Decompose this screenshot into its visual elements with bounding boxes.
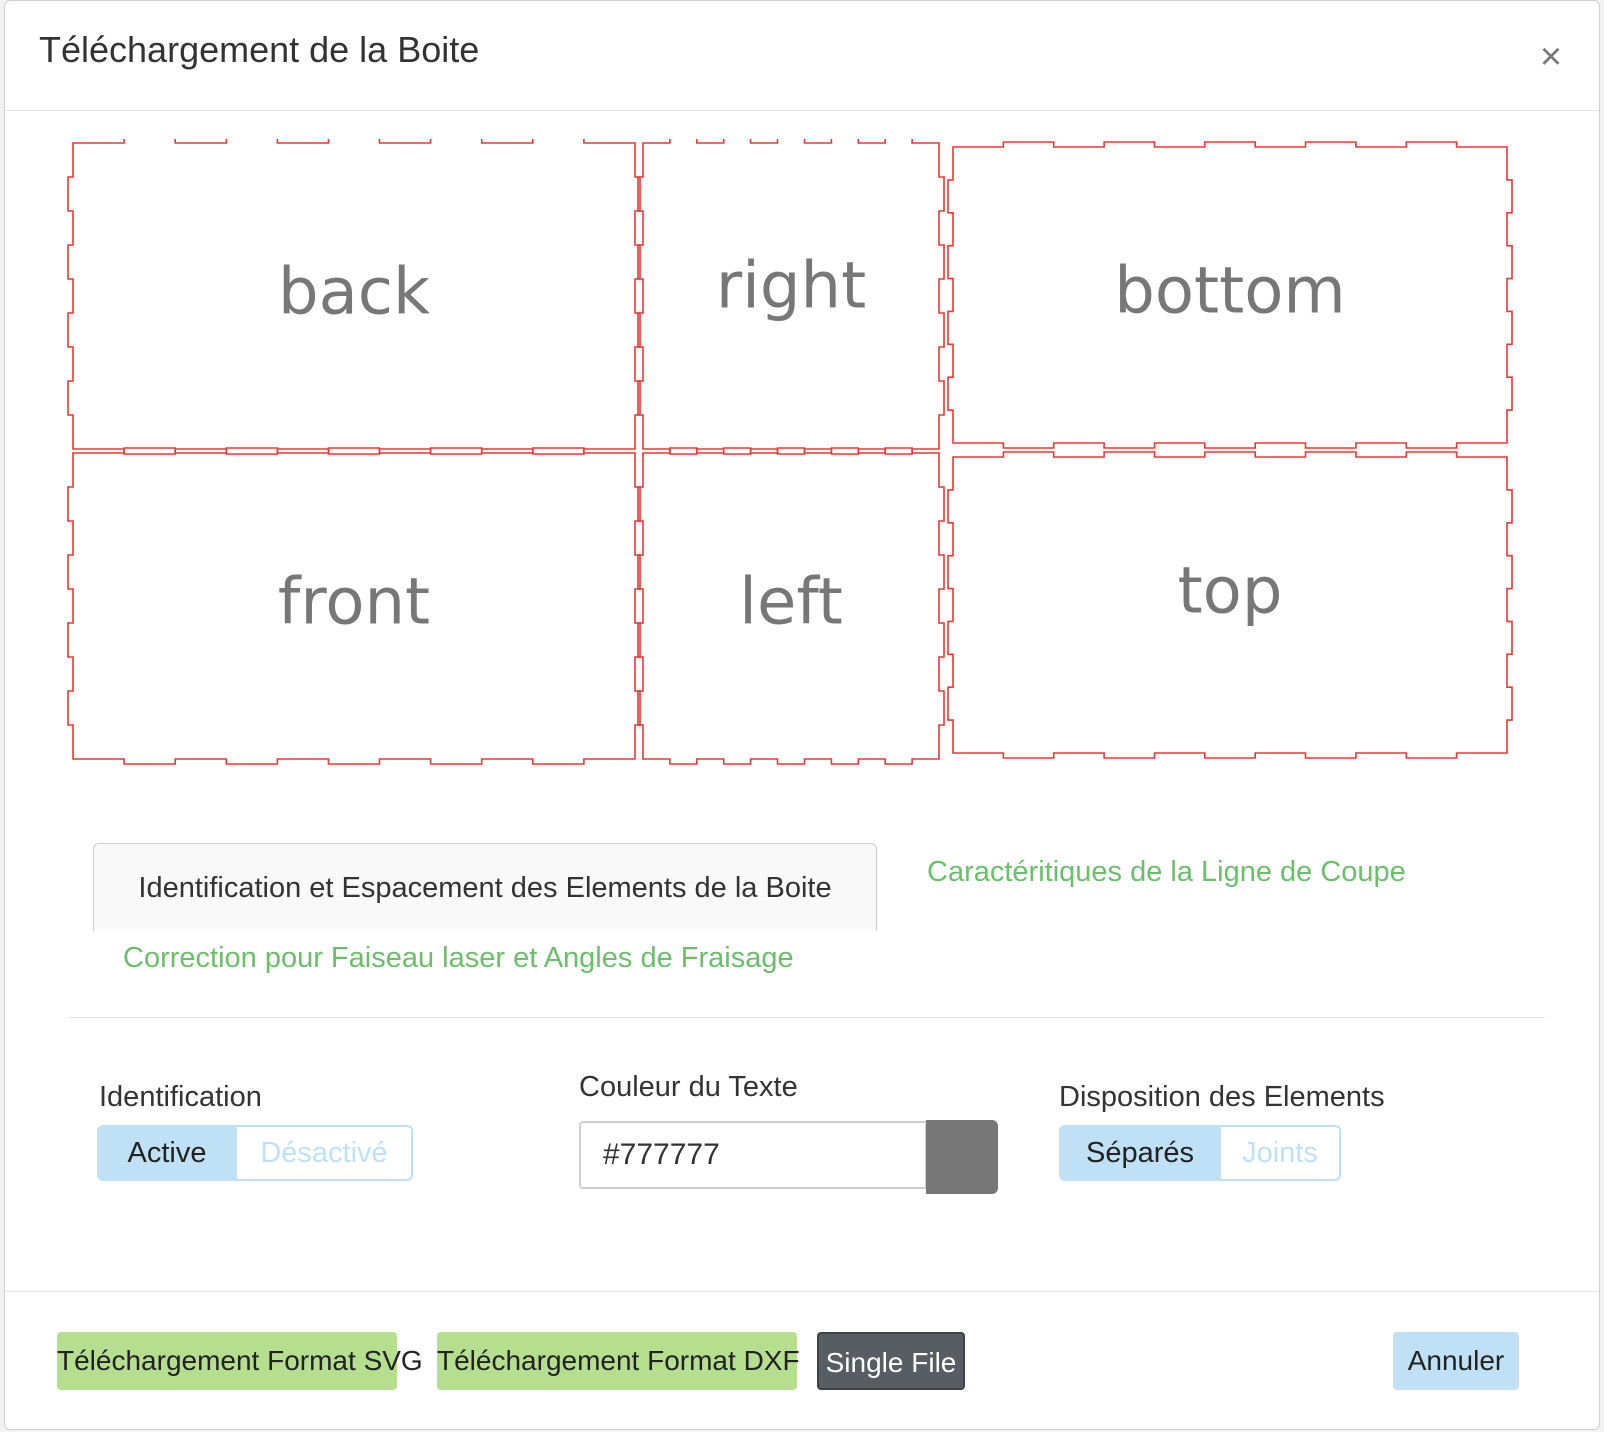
layout-toggle: Séparés Joints [1059, 1125, 1341, 1181]
panel-label-right: right [716, 250, 866, 324]
box-preview-svg: back right bottom front left top [67, 137, 1513, 765]
tab-laser-correction[interactable]: Correction pour Faiseau laser et Angles … [123, 933, 794, 983]
identification-toggle: Active Désactivé [97, 1125, 413, 1181]
dialog-title: Téléchargement de la Boite [39, 29, 480, 70]
layout-joined-button[interactable]: Joints [1219, 1127, 1339, 1179]
identification-disabled-button[interactable]: Désactivé [235, 1127, 411, 1179]
download-dxf-button[interactable]: Téléchargement Format DXF [437, 1332, 800, 1390]
settings-tabs: Identification et Espacement des Element… [69, 841, 1545, 1018]
panel-label-front: front [278, 566, 430, 640]
text-color-label: Couleur du Texte [579, 1071, 798, 1103]
panel-label-bottom: bottom [1114, 255, 1345, 329]
tab-cut-line[interactable]: Caractéritiques de la Ligne de Coupe [927, 847, 1406, 897]
dialog-header: Téléchargement de la Boite × [5, 1, 1599, 111]
identification-active-button[interactable]: Active [99, 1127, 235, 1179]
panel-label-top: top [1178, 555, 1283, 629]
tab-identification[interactable]: Identification et Espacement des Element… [93, 843, 877, 931]
single-file-button[interactable]: Single File [817, 1332, 965, 1390]
identification-label: Identification [99, 1081, 262, 1113]
panel-label-back: back [278, 256, 430, 330]
text-color-input[interactable]: #777777 [579, 1121, 927, 1189]
cancel-button[interactable]: Annuler [1393, 1332, 1519, 1390]
layout-label: Disposition des Elements [1059, 1081, 1385, 1113]
box-preview: back right bottom front left top [65, 137, 1549, 779]
color-picker-swatch[interactable] [926, 1120, 998, 1194]
dialog-footer: Téléchargement Format SVG Téléchargement… [5, 1291, 1599, 1429]
download-dialog: Téléchargement de la Boite × back right bo… [4, 0, 1600, 1430]
download-svg-button[interactable]: Téléchargement Format SVG [57, 1332, 423, 1390]
layout-separated-button[interactable]: Séparés [1061, 1127, 1219, 1179]
panel-label-left: left [739, 566, 843, 640]
close-icon[interactable]: × [1531, 37, 1571, 77]
